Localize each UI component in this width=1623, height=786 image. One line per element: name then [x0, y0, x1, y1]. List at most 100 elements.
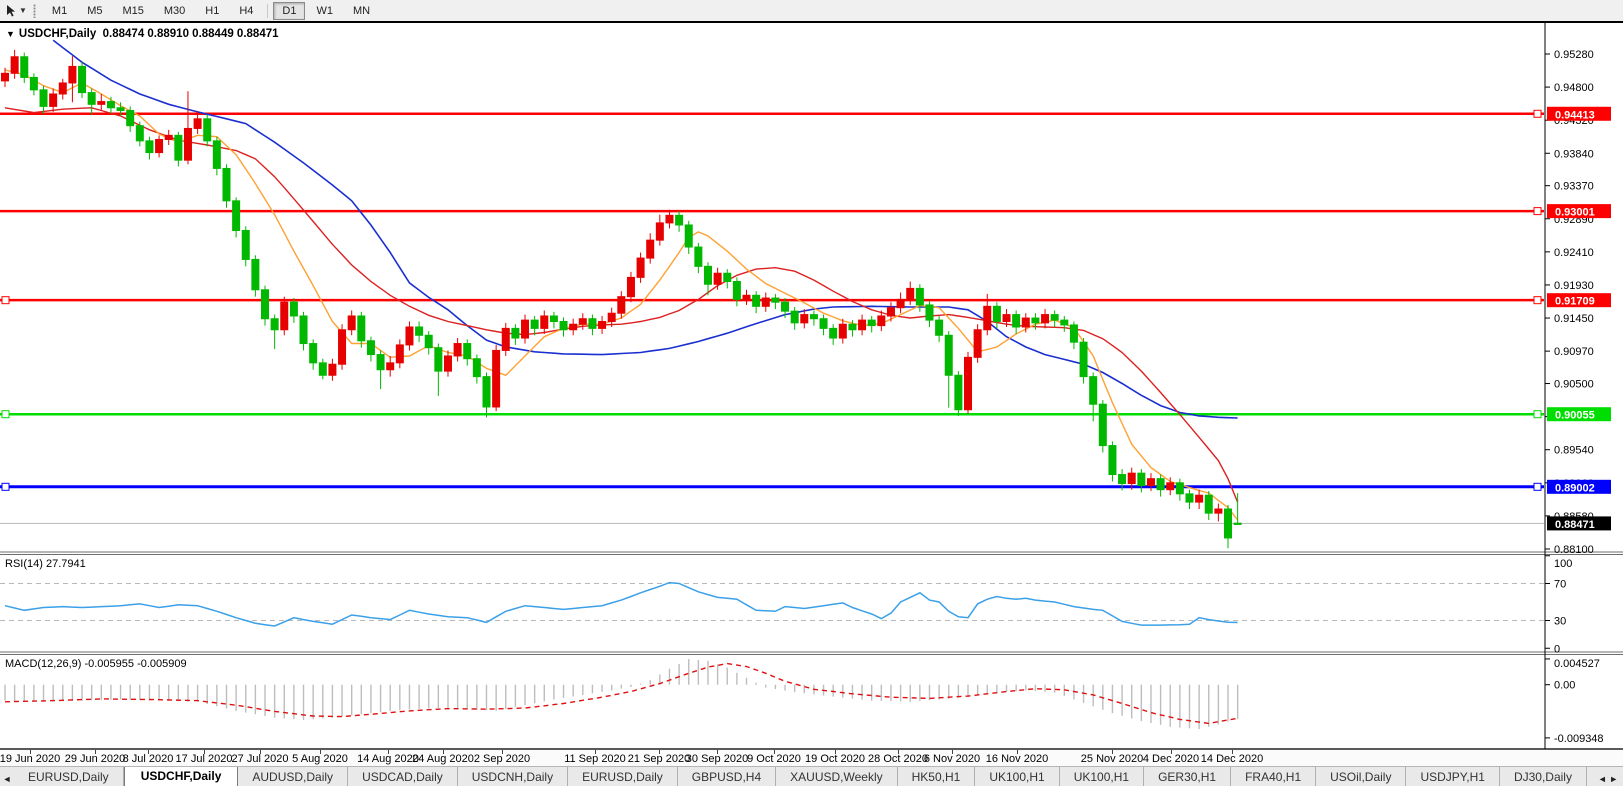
candle-body [897, 299, 904, 307]
chart-tab-GBPUSD-H4[interactable]: GBPUSD,H4 [678, 767, 776, 786]
tab-scroll-right-icons[interactable]: ◄ ► [1593, 774, 1623, 786]
candle-body [974, 330, 981, 358]
candle-body [416, 327, 423, 335]
chart-tab-EURUSD-Daily[interactable]: EURUSD,Daily [568, 767, 678, 786]
timeframe-button-H1[interactable]: H1 [196, 2, 228, 20]
candle-body [367, 341, 374, 355]
candle-body [319, 363, 326, 375]
chart-tab-UK100-H1[interactable]: UK100,H1 [1060, 767, 1144, 786]
candle-body [454, 344, 461, 356]
macd-axis-label: 0.004527 [1554, 658, 1600, 670]
candle-body [1070, 325, 1077, 342]
candle-body [647, 240, 654, 258]
pointer-tool-icon[interactable] [4, 4, 18, 18]
timeframe-button-H4[interactable]: H4 [230, 2, 262, 20]
timeframe-button-M5[interactable]: M5 [78, 2, 111, 20]
timeframe-button-M1[interactable]: M1 [43, 2, 76, 20]
tab-scroll-left-icon[interactable]: ◄ [0, 774, 14, 786]
chart-canvas[interactable]: 0.952800.948000.943200.938400.933700.928… [0, 23, 1623, 751]
level-price-label: 0.94413 [1555, 109, 1595, 121]
price-axis-label: 0.91450 [1554, 313, 1594, 325]
level-handle[interactable] [1534, 208, 1541, 215]
candle-body [579, 319, 586, 325]
price-axis-label: 0.93370 [1554, 181, 1594, 193]
chart-tab-DJ30-Daily[interactable]: DJ30,Daily [1500, 767, 1587, 786]
level-handle[interactable] [2, 297, 9, 304]
candle-body [531, 320, 538, 328]
candle-body [117, 108, 124, 111]
chart-tab-HK50-H1[interactable]: HK50,H1 [898, 767, 976, 786]
date-axis-label: 2 Sep 2020 [474, 753, 530, 765]
candle-body [618, 297, 625, 314]
candle-body [570, 324, 577, 330]
timeframe-button-W1[interactable]: W1 [307, 2, 342, 20]
candle-body [21, 57, 28, 78]
candle-body [1119, 475, 1126, 484]
candle-body [444, 356, 451, 371]
pointer-tool-dropdown-icon[interactable]: ▼ [19, 6, 27, 15]
chart-tab-USDJPY-H1[interactable]: USDJPY,H1 [1406, 767, 1499, 786]
price-axis-label: 0.92410 [1554, 247, 1594, 259]
chart-tab-UK100-H1[interactable]: UK100,H1 [975, 767, 1059, 786]
candle-body [589, 319, 596, 329]
date-axis-label: 19 Oct 2020 [805, 753, 865, 765]
toolbar-grip[interactable] [33, 4, 36, 18]
candle-body [310, 344, 317, 363]
candle-body [656, 223, 663, 240]
candle-body [945, 335, 952, 375]
price-axis-label: 0.89540 [1554, 445, 1594, 457]
chart-tab-EURUSD-Daily[interactable]: EURUSD,Daily [14, 767, 124, 786]
candle-body [2, 73, 9, 81]
level-handle[interactable] [1534, 297, 1541, 304]
chart-tab-USDCHF-Daily[interactable]: USDCHF,Daily [124, 767, 239, 786]
date-axis-label: 4 Dec 2020 [1143, 753, 1199, 765]
current-price-label: 0.88471 [1555, 519, 1595, 531]
candle-body [676, 215, 683, 225]
candle-body [839, 324, 846, 338]
candle-body [194, 119, 201, 129]
timeframe-button-M30[interactable]: M30 [155, 2, 194, 20]
candle-body [1042, 315, 1049, 323]
chart-tab-GER30-H1[interactable]: GER30,H1 [1144, 767, 1231, 786]
candle-body [1128, 473, 1135, 483]
candle-body [425, 335, 432, 347]
chart-tab-USDCNH-Daily[interactable]: USDCNH,Daily [458, 767, 568, 786]
candle-body [165, 135, 172, 139]
rsi-axis-label: 100 [1554, 558, 1572, 570]
candle-body [396, 345, 403, 363]
chart-tab-FRA40-H1[interactable]: FRA40,H1 [1231, 767, 1316, 786]
level-handle[interactable] [2, 411, 9, 418]
candle-body [887, 308, 894, 316]
candle-body [281, 302, 288, 330]
candle-body [1051, 315, 1058, 321]
candle-body [1186, 494, 1193, 502]
level-price-label: 0.90055 [1555, 410, 1595, 422]
chart-title: ▼USDCHF,Daily 0.88474 0.88910 0.88449 0.… [6, 28, 279, 40]
candle-body [878, 316, 885, 326]
candle-body [743, 295, 750, 299]
candle-body [1176, 483, 1183, 494]
candle-body [175, 135, 182, 160]
candle-body [810, 315, 817, 319]
candle-body [252, 259, 259, 289]
chart-tab-AUDUSD-Daily[interactable]: AUDUSD,Daily [238, 767, 348, 786]
date-axis-label: 8 Jul 2020 [123, 753, 174, 765]
trading-terminal: ▼ M1M5M15M30H1H4D1W1MN ▼USDCHF,Daily 0.8… [0, 0, 1623, 786]
candle-body [1225, 509, 1232, 538]
candle-body [435, 348, 442, 371]
collapse-icon[interactable]: ▼ [6, 29, 15, 39]
timeframe-button-MN[interactable]: MN [344, 2, 379, 20]
candle-body [136, 126, 143, 141]
candle-body [965, 357, 972, 409]
level-handle[interactable] [1534, 483, 1541, 490]
timeframe-button-D1[interactable]: D1 [273, 2, 305, 20]
candle-body [666, 215, 673, 223]
chart-tab-USOil-Daily[interactable]: USOil,Daily [1316, 767, 1406, 786]
level-handle[interactable] [1534, 110, 1541, 117]
level-handle[interactable] [1534, 411, 1541, 418]
timeframe-button-M15[interactable]: M15 [113, 2, 152, 20]
candle-body [733, 282, 740, 300]
chart-tab-XAUUSD-Weekly[interactable]: XAUUSD,Weekly [776, 767, 897, 786]
level-handle[interactable] [2, 483, 9, 490]
chart-tab-USDCAD-Daily[interactable]: USDCAD,Daily [348, 767, 458, 786]
